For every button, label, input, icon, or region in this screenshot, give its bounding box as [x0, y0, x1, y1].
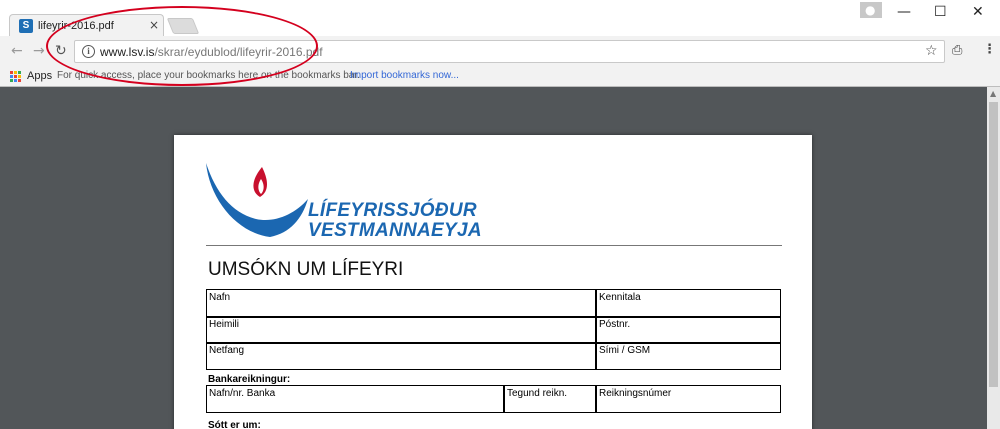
extension-icon[interactable]: ⎙ [952, 44, 962, 58]
back-icon[interactable]: ← [11, 44, 23, 58]
form-title: UMSÓKN UM LÍFEYRI [208, 259, 404, 280]
applied-for-heading: Sótt er um: [208, 420, 261, 429]
field-label-nafn: Nafn [209, 292, 231, 303]
reload-icon[interactable]: ↻ [55, 44, 67, 58]
apps-link[interactable]: Apps [27, 69, 52, 83]
scroll-thumb[interactable] [989, 102, 998, 387]
field-label-simi: Sími / GSM [599, 345, 651, 356]
field-label-heimili: Heimili [209, 319, 239, 330]
header-divider [206, 245, 782, 246]
maximize-button[interactable]: ☐ [934, 4, 947, 20]
field-label-postnr: Póstnr. [599, 319, 631, 330]
tab-close-icon[interactable]: × [149, 18, 159, 32]
pdf-scrollbar[interactable]: ▲ [987, 87, 1000, 429]
table-col-divider [595, 290, 597, 369]
org-name-line1: LÍFEYRISSJÓÐUR [308, 200, 477, 221]
table-col-divider [503, 386, 505, 412]
bank-info-table: Nafn/nr. Banka Tegund reikn. Reikningsnú… [206, 385, 781, 413]
forward-icon[interactable]: → [33, 44, 45, 58]
tab-title: lifeyrir-2016.pdf [38, 20, 114, 32]
url-text[interactable]: www.lsv.is/skrar/eydublod/lifeyrir-2016.… [100, 44, 323, 60]
title-bar: S lifeyrir-2016.pdf × ● — ☐ ✕ [0, 0, 1000, 36]
field-label-bank-name: Nafn/nr. Banka [209, 388, 276, 399]
tab-pdf[interactable]: S lifeyrir-2016.pdf × [9, 14, 164, 36]
personal-info-table: Nafn Kennitala Heimili Póstnr. Netfang S… [206, 289, 781, 370]
table-row-divider [207, 342, 780, 344]
url-path: /skrar/eydublod/lifeyrir-2016.pdf [154, 45, 323, 59]
bookmarks-bar: Apps For quick access, place your bookma… [0, 66, 1000, 87]
lifeyrissjodur-logo-icon [206, 163, 308, 237]
org-name-line2: VESTMANNAEYJA [308, 220, 482, 241]
pdf-page: LÍFEYRISSJÓÐUR VESTMANNAEYJA UMSÓKN UM L… [174, 135, 812, 429]
field-label-account-type: Tegund reikn. [507, 388, 568, 399]
favicon-icon: S [19, 19, 33, 33]
url-host: www.lsv.is [100, 45, 155, 59]
minimize-button[interactable]: — [897, 4, 911, 20]
field-label-kennitala: Kennitala [599, 292, 641, 303]
field-label-netfang: Netfang [209, 345, 245, 356]
toolbar: ← → ↻ i www.lsv.is/skrar/eydublod/lifeyr… [0, 36, 1000, 66]
bookmark-star-icon[interactable]: ☆ [925, 43, 938, 59]
profile-button[interactable]: ● [860, 2, 882, 18]
apps-icon[interactable] [10, 71, 22, 83]
close-window-button[interactable]: ✕ [972, 4, 984, 20]
profile-icon: ● [865, 3, 876, 17]
table-col-divider [595, 386, 597, 412]
field-label-account-number: Reikningsnúmer [599, 388, 672, 399]
info-icon[interactable]: i [82, 45, 95, 58]
table-row-divider [207, 316, 780, 318]
bookmarks-hint: For quick access, place your bookmarks h… [57, 70, 360, 81]
address-bar[interactable]: i www.lsv.is/skrar/eydublod/lifeyrir-201… [74, 40, 945, 63]
import-bookmarks-link[interactable]: Import bookmarks now... [350, 69, 459, 83]
menu-icon[interactable]: ⋮ [983, 43, 996, 57]
new-tab-button[interactable] [166, 18, 200, 34]
scroll-up-icon[interactable]: ▲ [990, 90, 996, 98]
